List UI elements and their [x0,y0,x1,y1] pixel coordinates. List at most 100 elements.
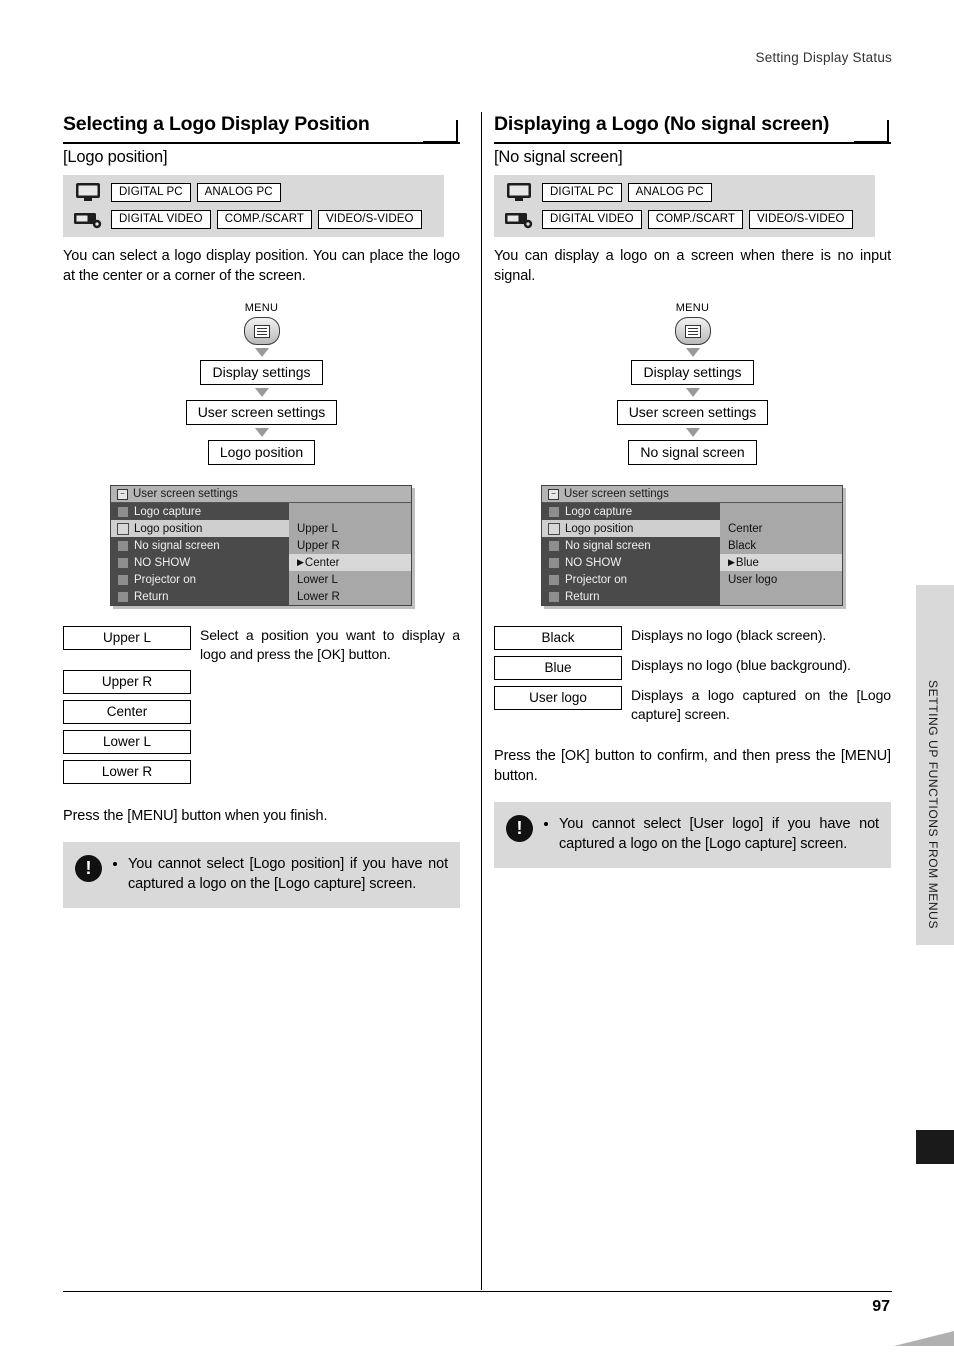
option-row: Upper L Select a position you want to di… [63,626,460,664]
menu-lines-icon [684,324,701,338]
right-signal-row-video: DIGITAL VIDEO COMP./SCART VIDEO/S-VIDEO [502,208,867,230]
collapse-icon: − [117,488,128,500]
option-row: User logo Displays a logo captured on th… [494,686,891,724]
osd-label: No signal screen [134,539,220,552]
osd-row: No signal screen Upper R [111,537,411,555]
right-title-flag-icon [844,120,889,143]
osd-value: Center [720,520,842,538]
right-flow-step-1: Display settings [631,360,754,386]
left-note-item: You cannot select [Logo position] if you… [128,854,448,894]
osd-row: Projector on Lower L [111,571,411,589]
return-icon [548,590,560,603]
option-label: Black [494,626,622,651]
running-head: Setting Display Status [755,50,892,65]
flow-arrow-2 [685,388,700,398]
video-deck-icon [71,208,105,230]
menu-item-icon [548,522,560,535]
right-osd-screenshot: − User screen settings Logo capture Logo… [541,485,843,607]
chip-digital-video: DIGITAL VIDEO [111,209,211,229]
osd-label: Projector on [134,573,197,586]
right-note-list: You cannot select [User logo] if you hav… [543,814,879,854]
chip-comp-scart: COMP./SCART [216,209,313,229]
left-osd-title-text: User screen settings [133,488,238,501]
option-description: Displays no logo (blue background). [631,657,851,674]
left-title-flag-icon [413,120,458,143]
menu-item-icon [548,573,560,586]
osd-label: NO SHOW [565,556,622,569]
option-label: Lower R [63,760,191,785]
chip-digital-pc: DIGITAL PC [542,182,622,202]
osd-value: Lower R [289,588,411,606]
left-title: Selecting a Logo Display Position [63,113,370,135]
chip-video-svideo: VIDEO/S-VIDEO [318,209,422,229]
right-title: Displaying a Logo (No signal screen) [494,113,830,135]
video-deck-icon [502,208,536,230]
right-menu-label: MENU [675,302,710,314]
left-osd-screenshot: − User screen settings Logo capture Logo… [110,485,412,607]
left-column: Selecting a Logo Display Position [Logo … [63,112,460,909]
menu-item-icon [548,505,560,518]
left-intro-text: You can select a logo display position. … [63,248,460,284]
left-subtitle: [Logo position] [63,148,168,166]
right-column: Displaying a Logo (No signal screen) [No… [494,112,891,869]
left-flow-step-1: Display settings [200,360,323,386]
selection-caret-icon: ▶ [728,557,735,568]
caution-icon: ! [506,815,533,843]
right-note-box: ! You cannot select [User logo] if you h… [494,802,891,869]
osd-label: Return [565,590,600,603]
left-flow-chart: MENU Display settings User screen settin… [63,302,460,466]
osd-label: Logo capture [565,505,633,518]
option-description: Select a position you want to display a … [200,627,460,663]
osd-row: Return [542,588,842,606]
option-label: Blue [494,656,622,681]
osd-label: No signal screen [565,539,651,552]
osd-row: Logo capture [111,503,411,521]
option-label: Upper R [63,670,191,695]
osd-label: Logo position [134,522,203,535]
option-label: Center [63,700,191,725]
osd-label: Logo position [565,522,634,535]
osd-row: Return Lower R [111,588,411,606]
osd-value [289,503,411,521]
osd-row: NO SHOW ▶ Center [111,554,411,572]
right-title-rule [494,142,891,144]
left-signal-row-pc: DIGITAL PC ANALOG PC [71,181,436,203]
right-note-item: You cannot select [User logo] if you hav… [559,814,879,854]
option-row: Lower L [63,730,460,755]
osd-value: Black [720,537,842,555]
right-option-table: Black Displays no logo (black screen). B… [494,626,891,724]
osd-value: Blue [735,556,759,569]
right-flow-step-3: No signal screen [628,440,757,466]
flow-arrow-1 [685,348,700,358]
option-row: Center [63,700,460,725]
option-description: Displays a logo captured on the [Logo ca… [631,687,891,723]
chip-analog-pc: ANALOG PC [196,182,281,202]
option-label: User logo [494,686,622,711]
menu-item-icon [117,505,129,518]
section-thumb-tab-label: SETTING UP FUNCTIONS FROM MENUS [926,680,940,930]
left-note-box: ! You cannot select [Logo position] if y… [63,842,460,909]
osd-label: Logo capture [134,505,202,518]
section-thumb-tab: SETTING UP FUNCTIONS FROM MENUS [916,585,954,945]
menu-lines-icon [253,324,270,338]
collapse-icon: − [548,488,559,500]
chip-video-svideo: VIDEO/S-VIDEO [749,209,853,229]
option-row: Black Displays no logo (black screen). [494,626,891,651]
left-after-text: Press the [MENU] button when you finish. [63,808,328,825]
option-label: Lower L [63,730,191,755]
osd-row: Logo capture [542,503,842,521]
left-flow-step-3: Logo position [207,440,316,466]
monitor-icon [502,181,536,203]
chip-analog-pc: ANALOG PC [627,182,712,202]
left-title-rule [63,142,460,144]
menu-item-icon [117,556,129,569]
return-icon [117,590,129,603]
osd-value: Lower L [289,571,411,589]
left-osd-title: − User screen settings [111,486,411,504]
menu-item-icon [548,539,560,552]
right-osd-title: − User screen settings [542,486,842,504]
footer-rule [63,1291,892,1292]
menu-button-icon [243,317,280,346]
option-row: Lower R [63,760,460,785]
right-osd-title-text: User screen settings [564,488,669,501]
